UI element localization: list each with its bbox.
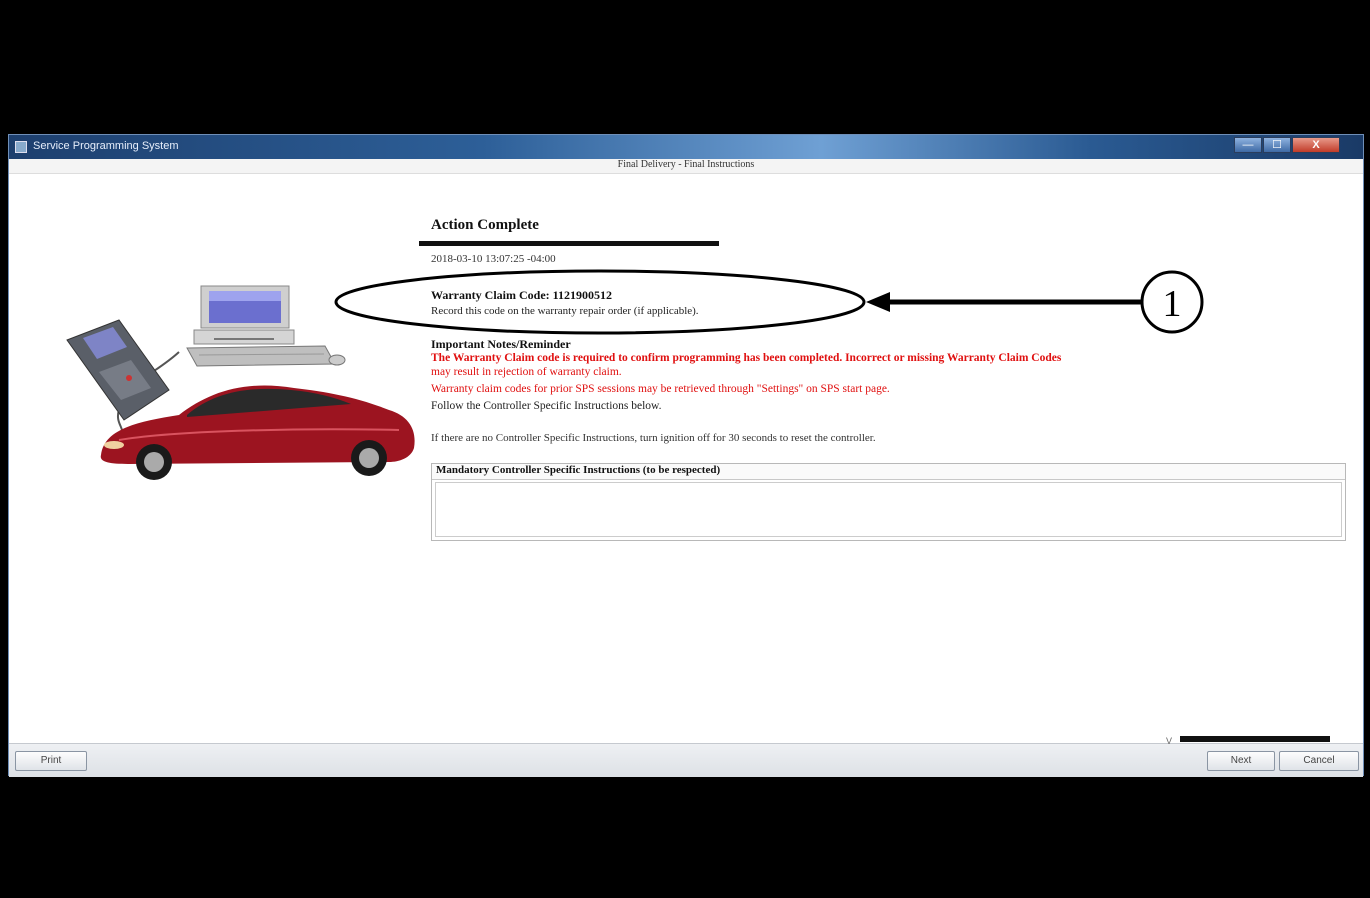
warning-text: Warranty claim codes for prior SPS sessi… — [431, 383, 890, 395]
programming-illustration — [66, 285, 415, 480]
page-title: Action Complete — [431, 217, 539, 233]
warning-text: may result in rejection of warranty clai… — [431, 366, 622, 378]
minimize-button[interactable]: — — [1234, 137, 1262, 153]
next-button[interactable]: Next — [1207, 751, 1275, 771]
warranty-code-line: Warranty Claim Code: 1121900512 — [431, 288, 612, 303]
ignition-note: If there are no Controller Specific Inst… — [431, 432, 876, 444]
warranty-code-value: 1121900512 — [552, 288, 612, 302]
version-label: V — [1166, 736, 1173, 746]
warranty-code-label: Warranty Claim Code: — [431, 288, 550, 302]
notes-heading: Important Notes/Reminder — [431, 337, 571, 351]
footer-bar: Print Next Cancel — [9, 743, 1363, 777]
title-bar: Service Programming System — ☐ X — [9, 135, 1363, 159]
maximize-button[interactable]: ☐ — [1263, 137, 1291, 153]
instructions-panel: Mandatory Controller Specific Instructio… — [431, 463, 1346, 541]
instructions-title: Mandatory Controller Specific Instructio… — [432, 464, 1345, 480]
warning-text: The Warranty Claim code is required to c… — [431, 352, 1062, 364]
app-icon — [15, 141, 27, 153]
redacted-version — [1180, 736, 1330, 742]
page-subtitle: Final Delivery - Final Instructions — [9, 159, 1363, 174]
print-button[interactable]: Print — [15, 751, 87, 771]
computer-icon — [186, 285, 346, 367]
timestamp: 2018-03-10 13:07:25 -04:00 — [431, 253, 556, 265]
redacted-text — [419, 241, 719, 246]
cancel-button[interactable]: Cancel — [1279, 751, 1359, 771]
close-button[interactable]: X — [1292, 137, 1340, 153]
record-instruction: Record this code on the warranty repair … — [431, 305, 699, 317]
window-title: Service Programming System — [33, 140, 179, 152]
follow-instruction: Follow the Controller Specific Instructi… — [431, 400, 662, 412]
instructions-text-area[interactable] — [435, 482, 1342, 537]
sps-window: Service Programming System — ☐ X Final D… — [8, 134, 1364, 777]
